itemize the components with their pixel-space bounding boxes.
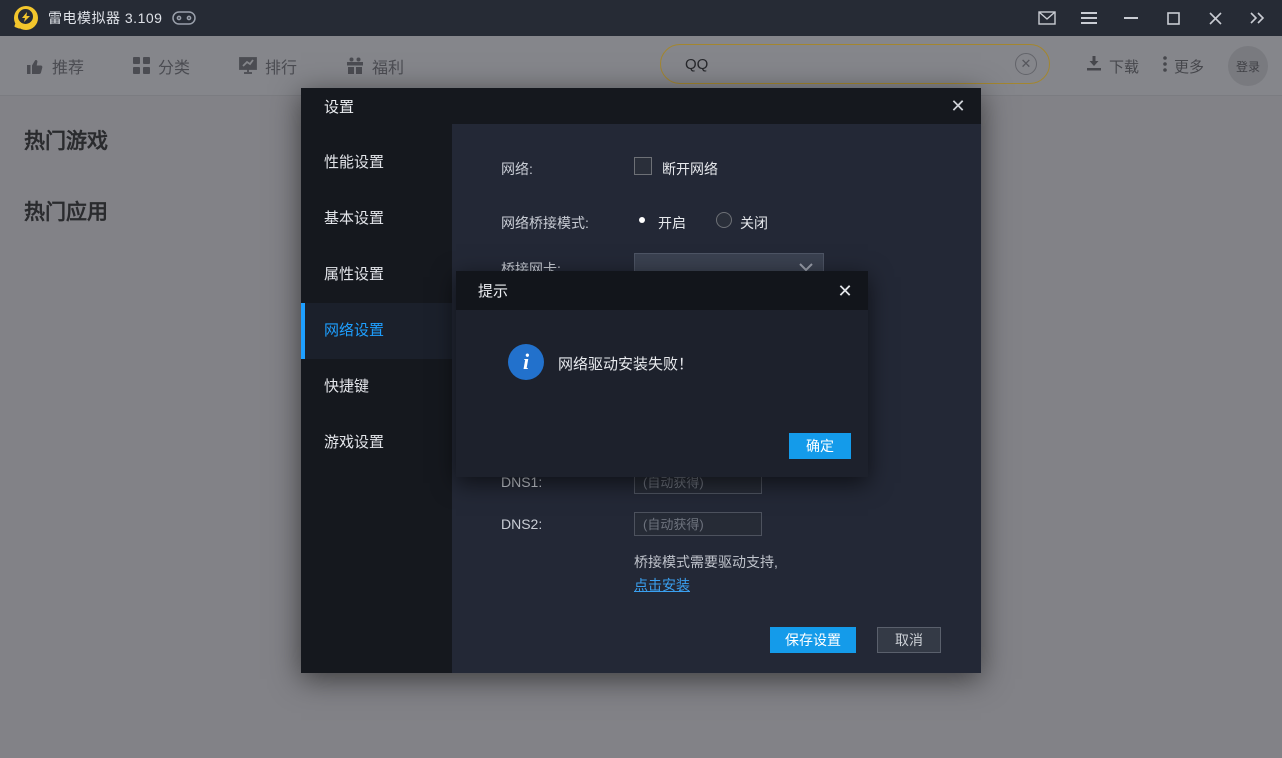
settings-dialog-header: 设置 ✕ [301,88,981,124]
titlebar: 雷电模拟器 3.109 [0,0,1282,36]
sidebar-item-shortcuts[interactable]: 快捷键 [301,359,452,415]
settings-sidebar: 性能设置 基本设置 属性设置 网络设置 快捷键 游戏设置 [301,124,452,673]
login-button[interactable]: 登录 [1228,46,1268,86]
close-window-icon[interactable] [1200,5,1230,31]
grid-icon [133,57,150,74]
maximize-icon[interactable] [1158,5,1188,31]
disconnect-network-label: 断开网络 [662,159,718,179]
search-box[interactable]: ✕ [660,44,1050,84]
driver-hint-text: 桥接模式需要驱动支持, [634,552,778,572]
nav-tab-categories[interactable]: 分类 [133,54,190,78]
more-dots-icon [1163,56,1167,76]
mail-icon[interactable] [1032,5,1062,31]
disconnect-network-checkbox[interactable] [634,157,652,175]
cancel-button[interactable]: 取消 [877,627,941,653]
download-label: 下载 [1109,56,1139,77]
sidebar-item-game[interactable]: 游戏设置 [301,415,452,471]
save-settings-button[interactable]: 保存设置 [770,627,856,653]
sidebar-item-basic[interactable]: 基本设置 [301,191,452,247]
bridge-mode-label: 网络桥接模式: [501,213,631,233]
info-icon: i [508,344,544,380]
search-input[interactable] [685,56,1015,73]
app-logo-icon [14,6,38,30]
app-body: 推荐 分类 [0,36,1282,758]
expand-icon[interactable] [1242,5,1272,31]
alert-ok-button[interactable]: 确定 [789,433,851,459]
app-window: 雷电模拟器 3.109 [0,0,1282,758]
heading-hot-apps: 热门应用 [24,196,108,226]
bridge-on-label: 开启 [658,213,686,233]
nav-tab-recommend[interactable]: 推荐 [26,54,84,78]
nav-tab-label: 推荐 [52,54,84,78]
alert-title: 提示 [478,280,508,301]
alert-message: 网络驱动安装失败！ [558,353,693,374]
install-driver-link[interactable]: 点击安装 [634,575,690,595]
bridge-off-radio[interactable] [716,212,732,228]
login-label: 登录 [1236,58,1260,75]
dns2-input[interactable] [634,512,762,536]
sidebar-item-network[interactable]: 网络设置 [301,303,452,359]
main-navbar: 推荐 分类 [0,36,1282,96]
dns2-label: DNS2: [501,516,631,532]
nav-tab-label: 分类 [158,54,190,78]
download-icon [1086,56,1102,76]
alert-header: 提示 ✕ [456,271,868,310]
bridge-off-label: 关闭 [740,213,768,233]
sidebar-item-property[interactable]: 属性设置 [301,247,452,303]
gamepad-icon [172,10,196,26]
settings-dialog-title: 设置 [324,96,354,117]
thumbs-up-icon [26,57,44,75]
search-clear-icon[interactable]: ✕ [1015,53,1037,75]
settings-close-icon[interactable]: ✕ [945,93,971,119]
app-title: 雷电模拟器 3.109 [48,8,162,28]
nav-tab-label: 排行 [265,54,297,78]
menu-icon[interactable] [1074,5,1104,31]
alert-close-icon[interactable]: ✕ [832,278,858,304]
sidebar-item-performance[interactable]: 性能设置 [301,135,452,191]
nav-tab-ranking[interactable]: 排行 [239,54,297,78]
alert-body: i 网络驱动安装失败！ 确定 [456,310,868,477]
nav-tab-label: 福利 [372,54,404,78]
nav-tab-benefits[interactable]: 福利 [346,54,404,78]
gift-icon [346,57,364,74]
more-label: 更多 [1174,56,1204,77]
network-label: 网络: [501,159,631,179]
download-button[interactable]: 下载 [1086,56,1139,77]
ranking-chart-icon [239,57,257,74]
more-button[interactable]: 更多 [1163,56,1204,77]
heading-hot-games: 热门游戏 [24,125,108,155]
minimize-icon[interactable] [1116,5,1146,31]
alert-dialog: 提示 ✕ i 网络驱动安装失败！ 确定 [456,271,868,477]
